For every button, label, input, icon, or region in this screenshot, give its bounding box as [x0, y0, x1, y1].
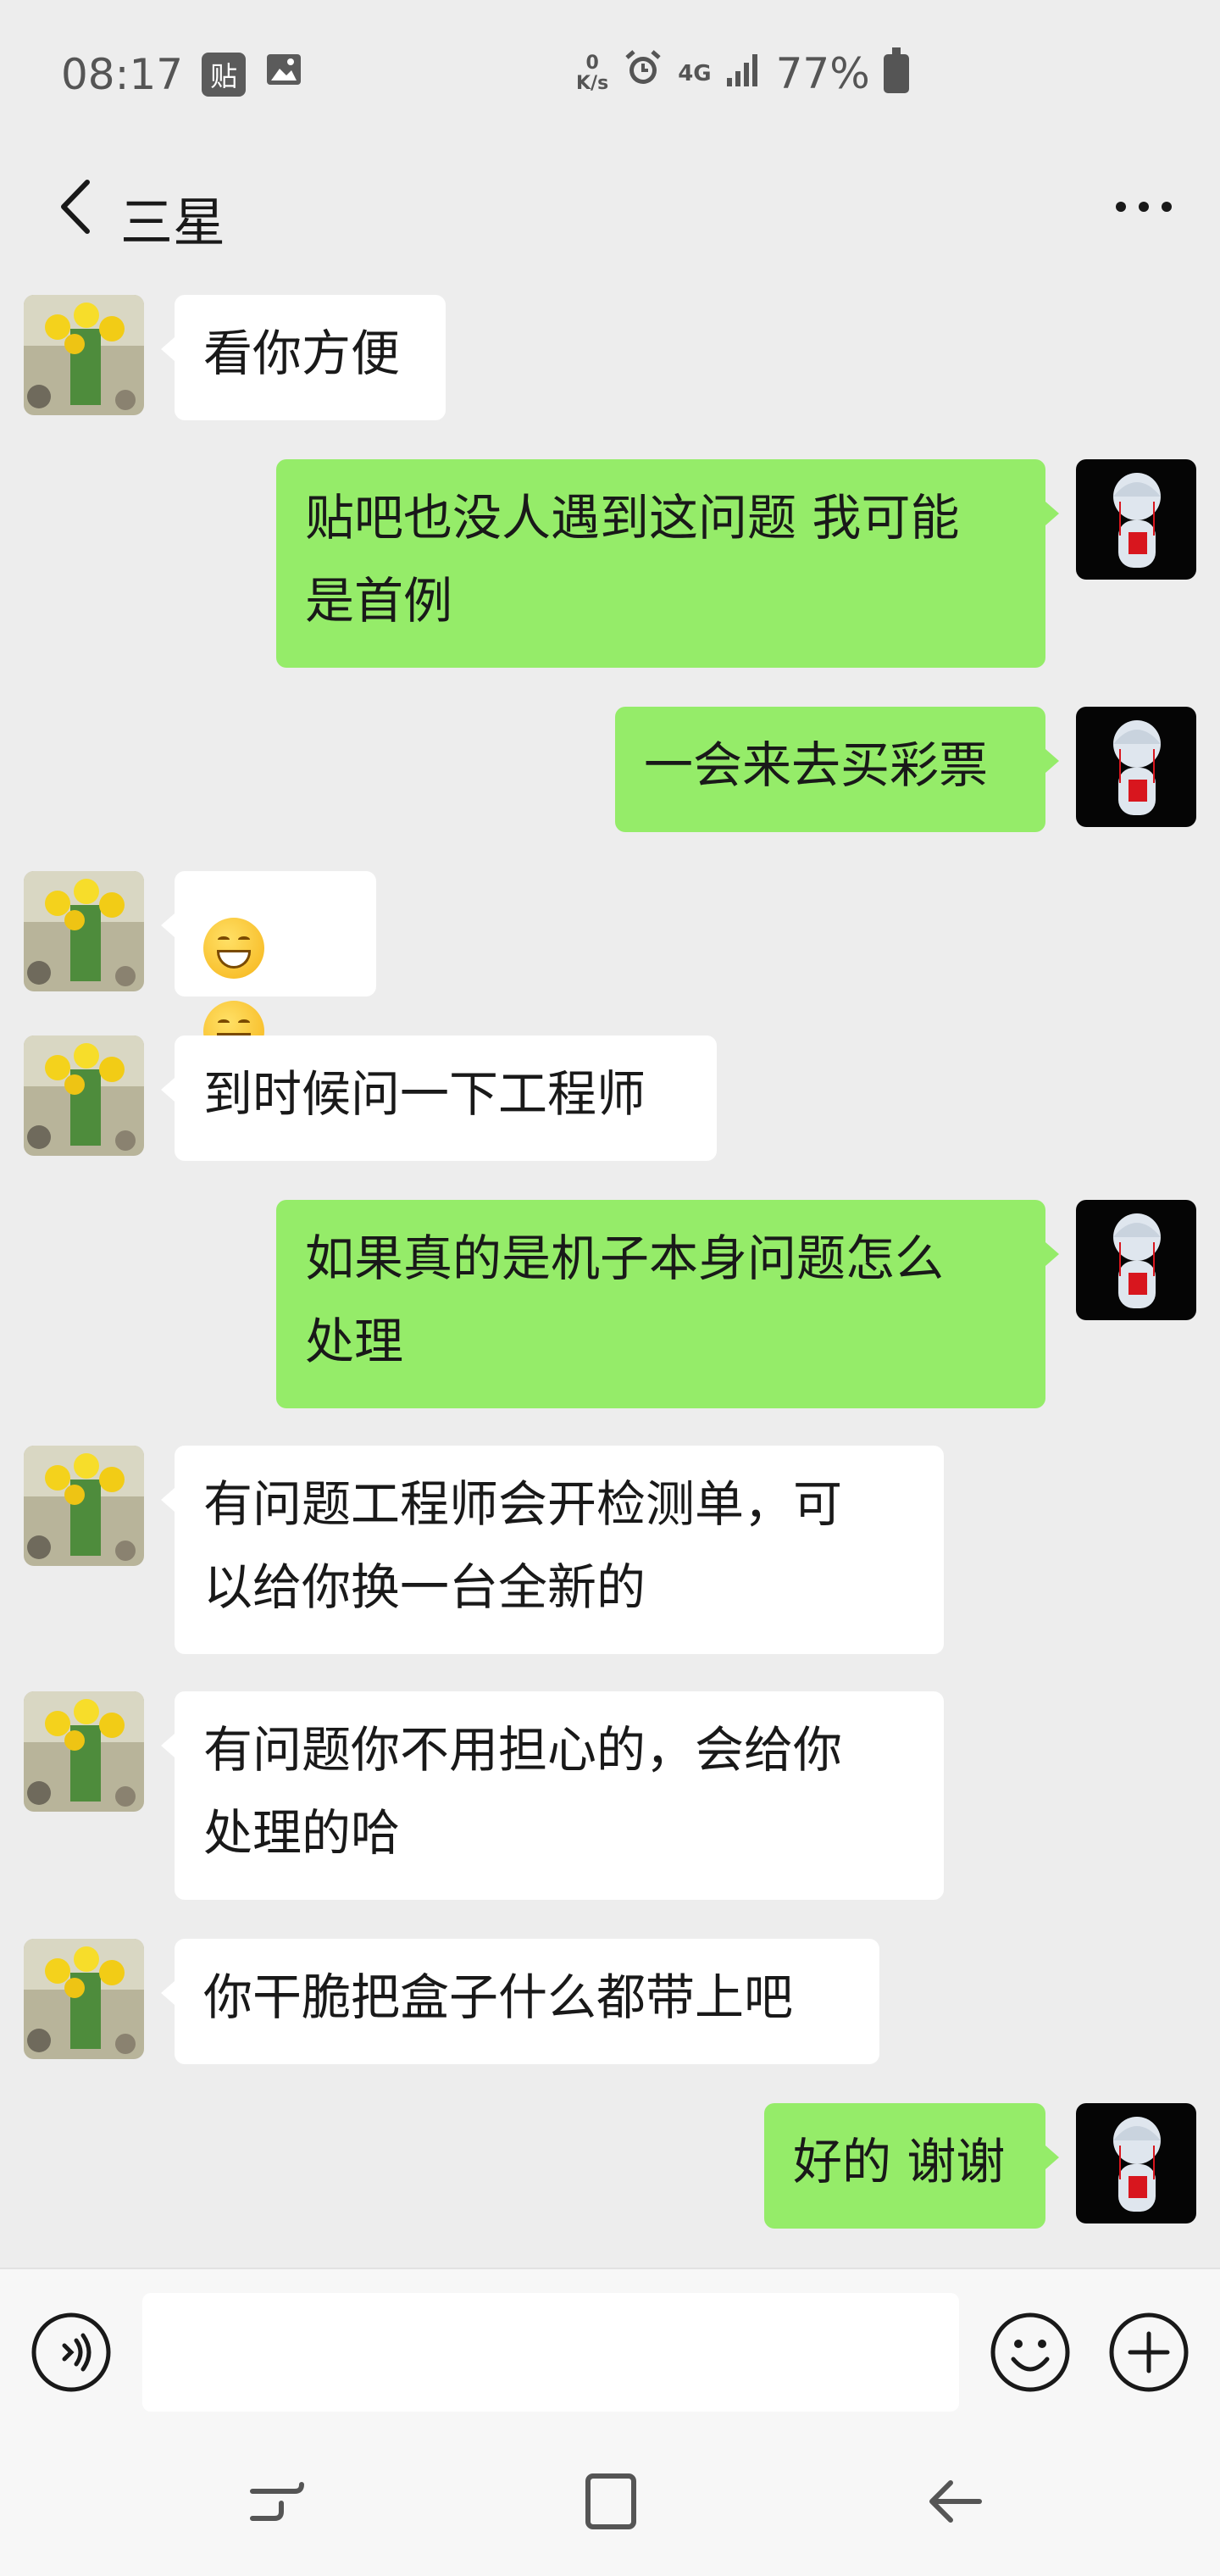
tieba-notification-icon: 贴 [202, 53, 247, 97]
message-text-line: 是首例 [305, 572, 453, 630]
message-bubble-incoming[interactable]: 看你方便 [161, 295, 446, 420]
battery-percent: 77% [775, 49, 870, 98]
message-bubble-incoming[interactable]: 到时候问一下工程师 [161, 1035, 717, 1161]
contact-avatar[interactable] [24, 1691, 144, 1812]
message-text: 到时候问一下工程师 [203, 1065, 646, 1123]
message-bubble-incoming[interactable]: 有问题你不用担心的，会给你 处理的哈 [161, 1691, 944, 1900]
chat-header: 三星 [0, 149, 1220, 268]
message-text: 看你方便 [203, 325, 401, 382]
message-text: 一会来去买彩票 [644, 736, 989, 794]
message-bubble-outgoing[interactable]: 好的 谢谢 [764, 2103, 1059, 2229]
grinning-face-emoji [203, 917, 264, 979]
status-bar: 08:17 贴 0 K/s 4G 77% [0, 0, 1220, 149]
message-bubble-incoming[interactable]: 有问题工程师会开检测单，可 以给你换一台全新的 [161, 1446, 944, 1654]
message-bubble-outgoing[interactable]: 如果真的是机子本身问题怎么 处理 [276, 1200, 1059, 1408]
message-text-line: 处理的哈 [203, 1804, 401, 1862]
network-type: 4G [678, 61, 712, 86]
message-text: 好的 谢谢 [793, 2133, 1006, 2190]
system-nav-bar [0, 2429, 1220, 2576]
chevron-left-icon [55, 177, 97, 240]
message-text-line: 贴吧也没人遇到这问题 我可能 [305, 489, 960, 547]
message-bubble-incoming[interactable]: 你干脆把盒子什么都带上吧 [161, 1939, 879, 2064]
more-horizontal-icon [1114, 198, 1173, 219]
input-bar [0, 2268, 1220, 2429]
back-button[interactable] [34, 166, 119, 251]
status-left: 08:17 贴 [61, 50, 303, 99]
message-bubble-outgoing[interactable]: 一会来去买彩票 [615, 707, 1059, 832]
my-avatar[interactable] [1076, 2103, 1196, 2223]
my-avatar[interactable] [1076, 459, 1196, 580]
message-text-line: 有问题工程师会开检测单，可 [203, 1475, 843, 1533]
battery-icon [883, 47, 909, 93]
net-speed: 0 K/s [576, 53, 609, 94]
message-text-line: 处理 [305, 1313, 404, 1370]
back-arrow-icon [917, 2480, 993, 2539]
signal-icon [725, 49, 762, 98]
home-button[interactable] [573, 2468, 649, 2535]
chat-screen: 08:17 贴 0 K/s 4G 77% 三星 看你方便 贴吧也没人遇到这问题 … [0, 0, 1220, 2576]
voice-button[interactable] [30, 2312, 112, 2393]
emoji-button[interactable] [990, 2312, 1071, 2393]
recents-button[interactable] [239, 2468, 315, 2535]
emoji-icon [990, 2312, 1071, 2396]
back-nav-button[interactable] [917, 2468, 993, 2535]
message-text-line: 以给你换一台全新的 [203, 1558, 646, 1616]
plus-button[interactable] [1108, 2312, 1190, 2393]
contact-avatar[interactable] [24, 871, 144, 991]
alarm-icon [622, 47, 664, 100]
more-button[interactable] [1101, 166, 1186, 251]
image-notification-icon [264, 50, 303, 99]
recents-icon [239, 2482, 315, 2539]
message-bubble-incoming[interactable] [161, 871, 376, 1062]
chat-title: 三星 [120, 192, 226, 253]
message-bubble-outgoing[interactable]: 贴吧也没人遇到这问题 我可能 是首例 [276, 459, 1059, 668]
message-input[interactable] [142, 2293, 959, 2412]
contact-avatar[interactable] [24, 1939, 144, 2059]
my-avatar[interactable] [1076, 1200, 1196, 1320]
plus-icon [1108, 2312, 1190, 2396]
status-time: 08:17 [61, 50, 184, 99]
contact-avatar[interactable] [24, 1446, 144, 1566]
contact-avatar[interactable] [24, 1035, 144, 1156]
contact-avatar[interactable] [24, 295, 144, 415]
voice-icon [30, 2312, 112, 2396]
status-right: 0 K/s 4G 77% [576, 47, 909, 100]
message-text: 你干脆把盒子什么都带上吧 [203, 1968, 794, 2026]
message-text-line: 如果真的是机子本身问题怎么 [305, 1230, 945, 1287]
my-avatar[interactable] [1076, 707, 1196, 827]
home-icon [573, 2473, 649, 2539]
message-text-line: 有问题你不用担心的，会给你 [203, 1721, 843, 1779]
